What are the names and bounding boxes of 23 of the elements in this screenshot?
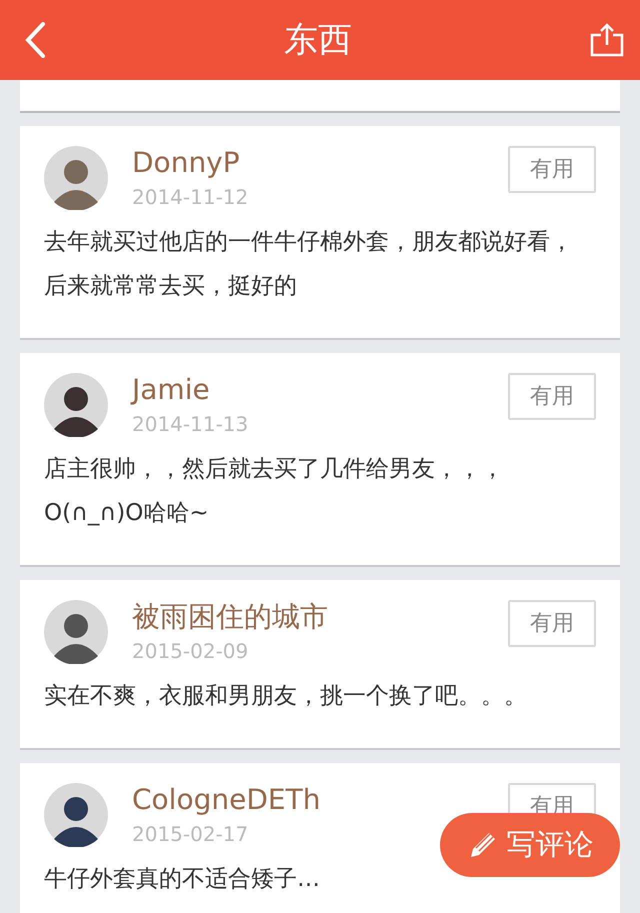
username[interactable]: CologneDETh <box>132 783 320 817</box>
share-button[interactable] <box>590 23 624 57</box>
useful-button[interactable]: 有用 <box>508 146 596 193</box>
page-title: 东西 <box>284 23 352 57</box>
review-text: 去年就买过他店的一件牛仔棉外套，朋友都说好看，后来就常常去买，挺好的 <box>44 228 574 301</box>
review-text: 店主很帅，，然后就去买了几件给男友，，，O(∩_∩)O哈哈~ <box>44 455 505 528</box>
username[interactable]: Jamie <box>132 373 210 407</box>
review-date: 2014-11-12 <box>132 184 248 210</box>
avatar <box>44 783 108 847</box>
username[interactable]: 被雨困住的城市 <box>132 600 328 634</box>
review-date: 2014-11-13 <box>132 411 248 437</box>
avatar <box>44 600 108 664</box>
review-date: 2015-02-09 <box>132 638 248 664</box>
avatar <box>44 146 108 210</box>
write-review-floating-overlay[interactable]: 写评论 <box>440 813 620 877</box>
useful-button[interactable]: 有用 <box>508 373 596 420</box>
username[interactable]: DonnyP <box>132 146 240 180</box>
useful-button[interactable]: 有用 <box>508 600 596 647</box>
review-text: 实在不爽，衣服和男朋友，挑一个换了吧。。。 <box>44 682 528 711</box>
review-date: 2015-02-17 <box>132 821 248 847</box>
review-text: 牛仔外套真的不适合矮子… <box>44 865 321 894</box>
back-button[interactable] <box>24 22 46 58</box>
avatar <box>44 373 108 437</box>
